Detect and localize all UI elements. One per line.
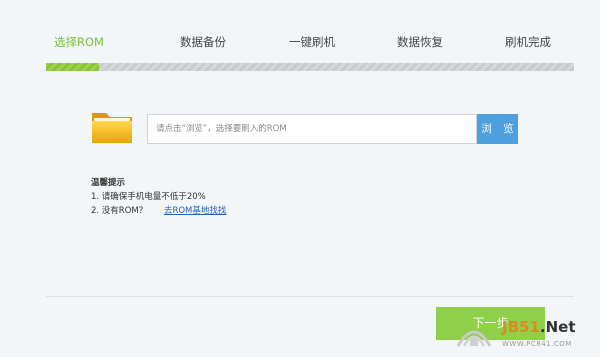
step-flash-complete: 刷机完成: [505, 35, 551, 49]
folder-icon: [90, 109, 134, 145]
watermark-logo: JB51.Net WWW.PC841.COM: [450, 312, 600, 357]
watermark-text-b: .Net: [539, 318, 576, 336]
step-data-backup: 数据备份: [180, 35, 226, 49]
watermark-text-a: JB51: [502, 318, 540, 336]
step-select-rom: 选择ROM: [54, 35, 104, 49]
tips-section: 温馨提示 1. 请确保手机电量不低于20% 2. 没有ROM？ 去ROM基地找找: [91, 176, 226, 218]
tip-no-rom-text: 2. 没有ROM？: [91, 206, 148, 216]
browse-button[interactable]: 浏 览: [477, 114, 518, 144]
rom-path-input[interactable]: 请点击“浏览”，选择要刷入的ROM: [147, 114, 477, 144]
progress-bar: [46, 63, 574, 71]
step-data-restore: 数据恢复: [397, 35, 443, 49]
divider: [46, 296, 574, 297]
progress-fill: [46, 63, 99, 71]
watermark-text: JB51.Net: [502, 318, 576, 336]
step-indicator: 选择ROM 数据备份 一键刷机 数据恢复 刷机完成: [0, 34, 600, 54]
step-one-click-flash: 一键刷机: [289, 35, 335, 49]
tips-title: 温馨提示: [91, 178, 126, 188]
watermark-emblem-icon: [456, 330, 492, 347]
rom-base-link[interactable]: 去ROM基地找找: [164, 206, 226, 216]
tip-battery: 1. 请确保手机电量不低于20%: [91, 192, 206, 202]
watermark-subtext: WWW.PC841.COM: [502, 340, 572, 348]
tip-no-rom: 2. 没有ROM？ 去ROM基地找找: [91, 204, 226, 218]
